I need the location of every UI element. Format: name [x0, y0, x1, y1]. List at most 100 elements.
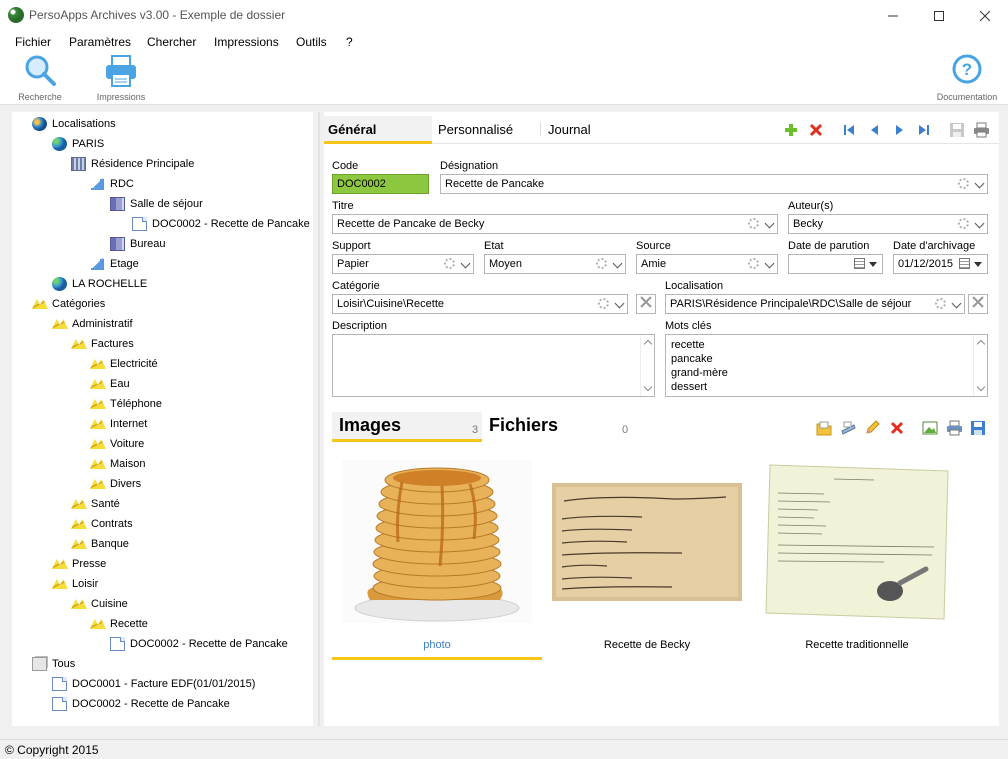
save-icon[interactable] — [949, 122, 965, 138]
minimize-button[interactable] — [870, 2, 916, 30]
localisation-field[interactable]: PARIS\Résidence Principale\RDC\Salle de … — [665, 294, 965, 314]
titre-field[interactable]: Recette de Pancake de Becky — [332, 214, 778, 234]
tree-node-eau[interactable]: Eau — [90, 374, 130, 394]
panel-splitter[interactable] — [318, 112, 320, 726]
maximize-button[interactable] — [916, 2, 962, 30]
documentation-toolbar-button[interactable]: ? Documentation — [934, 53, 1000, 105]
chevron-down-icon[interactable] — [974, 218, 985, 229]
menu-chercher[interactable]: Chercher — [147, 35, 196, 49]
tree-node-salle[interactable]: Salle de séjour — [110, 194, 203, 214]
tab-journal[interactable]: Journal — [544, 116, 652, 144]
gear-icon[interactable] — [598, 298, 609, 309]
tree-node-cuisine[interactable]: Cuisine — [71, 594, 128, 614]
categorie-field[interactable]: Loisir\Cuisine\Recette — [332, 294, 628, 314]
tree-node-etage[interactable]: Etage — [90, 254, 139, 274]
description-field[interactable] — [332, 334, 655, 397]
last-record-icon[interactable] — [917, 123, 931, 137]
tree-node-categories[interactable]: Catégories — [32, 294, 105, 314]
tree-node-loisir[interactable]: Loisir — [52, 574, 98, 594]
tree-node-telephone[interactable]: Téléphone — [90, 394, 162, 414]
tree-node-residence[interactable]: Résidence Principale — [71, 154, 194, 174]
gallery-item-traditionnelle[interactable]: Recette traditionnelle — [752, 443, 962, 661]
chevron-down-icon[interactable] — [612, 258, 623, 269]
support-field[interactable]: Papier — [332, 254, 474, 274]
gear-icon[interactable] — [596, 258, 607, 269]
tree-node-voiture[interactable]: Voiture — [90, 434, 144, 454]
gear-icon[interactable] — [958, 178, 969, 189]
tab-personnalise[interactable]: Personnalisé — [434, 116, 542, 144]
tree-node-paris[interactable]: PARIS — [52, 134, 104, 154]
print-toolbar-button[interactable]: Impressions — [93, 53, 149, 105]
chevron-down-icon[interactable] — [974, 178, 985, 189]
chevron-down-icon[interactable] — [614, 298, 625, 309]
gear-icon[interactable] — [935, 298, 946, 309]
localisation-clear-button[interactable] — [968, 294, 988, 314]
gear-icon[interactable] — [444, 258, 455, 269]
tree-node-factures[interactable]: Factures — [71, 334, 134, 354]
motscles-field[interactable]: recette pancake grand-mère dessert — [665, 334, 988, 397]
save-image-icon[interactable] — [970, 420, 986, 436]
tree-node-electricite[interactable]: Electricité — [90, 354, 158, 374]
image-view-icon[interactable] — [922, 420, 938, 436]
dropdown-arrow-icon[interactable] — [974, 262, 982, 267]
gear-icon[interactable] — [958, 218, 969, 229]
tree-node-banque[interactable]: Banque — [71, 534, 129, 554]
chevron-down-icon[interactable] — [951, 298, 962, 309]
calendar-icon[interactable] — [959, 258, 970, 269]
menu-parametres[interactable]: Paramètres — [69, 35, 131, 49]
tree-node-internet[interactable]: Internet — [90, 414, 147, 434]
tree-node-doc1[interactable]: DOC0001 - Facture EDF(01/01/2015) — [52, 674, 255, 694]
tab-general[interactable]: Général — [324, 116, 432, 144]
close-button[interactable] — [962, 2, 1008, 30]
tree-node-maison[interactable]: Maison — [90, 454, 145, 474]
tree-node-doc2[interactable]: DOC0002 - Recette de Pancake — [52, 694, 230, 714]
tree-node-sante[interactable]: Santé — [71, 494, 120, 514]
print-icon[interactable] — [973, 122, 990, 138]
tree-node-divers[interactable]: Divers — [90, 474, 141, 494]
tree-node-contrats[interactable]: Contrats — [71, 514, 133, 534]
tree-node-doc-salle[interactable]: DOC0002 - Recette de Pancake — [132, 214, 310, 234]
tree-node-recette[interactable]: Recette — [90, 614, 148, 634]
delete-image-icon[interactable] — [889, 420, 905, 436]
scanner-icon[interactable] — [840, 420, 856, 436]
auteur-field[interactable]: Becky — [788, 214, 988, 234]
tree-node-rochelle[interactable]: LA ROCHELLE — [52, 274, 147, 294]
previous-record-icon[interactable] — [867, 123, 881, 137]
categorie-clear-button[interactable] — [636, 294, 656, 314]
code-field[interactable]: DOC0002 — [332, 174, 429, 194]
print-image-icon[interactable] — [946, 420, 963, 436]
tab-fichiers[interactable]: Fichiers — [482, 412, 632, 442]
edit-icon[interactable] — [864, 420, 880, 436]
source-field[interactable]: Amie — [636, 254, 778, 274]
menu-outils[interactable]: Outils — [296, 35, 327, 49]
menu-help[interactable]: ? — [346, 35, 353, 49]
gallery-item-becky[interactable]: Recette de Becky — [542, 443, 752, 661]
tree-node-localisations[interactable]: Localisations — [32, 114, 116, 134]
dropdown-arrow-icon[interactable] — [869, 262, 877, 267]
chevron-down-icon[interactable] — [764, 218, 775, 229]
tree-node-doc-recette[interactable]: DOC0002 - Recette de Pancake — [110, 634, 288, 654]
tree-node-bureau[interactable]: Bureau — [110, 234, 165, 254]
chevron-down-icon[interactable] — [764, 258, 775, 269]
designation-field[interactable]: Recette de Pancake — [440, 174, 988, 194]
motscles-scrollbar[interactable] — [973, 335, 987, 396]
parution-field[interactable] — [788, 254, 883, 274]
gear-icon[interactable] — [748, 218, 759, 229]
chevron-down-icon[interactable] — [460, 258, 471, 269]
search-toolbar-button[interactable]: Recherche — [15, 53, 65, 105]
menu-impressions[interactable]: Impressions — [214, 35, 279, 49]
tree-node-administratif[interactable]: Administratif — [52, 314, 133, 334]
add-icon[interactable] — [784, 123, 798, 137]
tree-node-tous[interactable]: Tous — [32, 654, 75, 674]
description-scrollbar[interactable] — [640, 335, 654, 396]
calendar-icon[interactable] — [854, 258, 865, 269]
etat-field[interactable]: Moyen — [484, 254, 626, 274]
tab-images[interactable]: Images — [332, 412, 482, 442]
first-record-icon[interactable] — [842, 123, 856, 137]
delete-icon[interactable] — [809, 123, 823, 137]
gear-icon[interactable] — [748, 258, 759, 269]
tree-node-rdc[interactable]: RDC — [90, 174, 134, 194]
menu-fichier[interactable]: Fichier — [15, 35, 51, 49]
archivage-field[interactable]: 01/12/2015 — [893, 254, 988, 274]
next-record-icon[interactable] — [892, 123, 906, 137]
